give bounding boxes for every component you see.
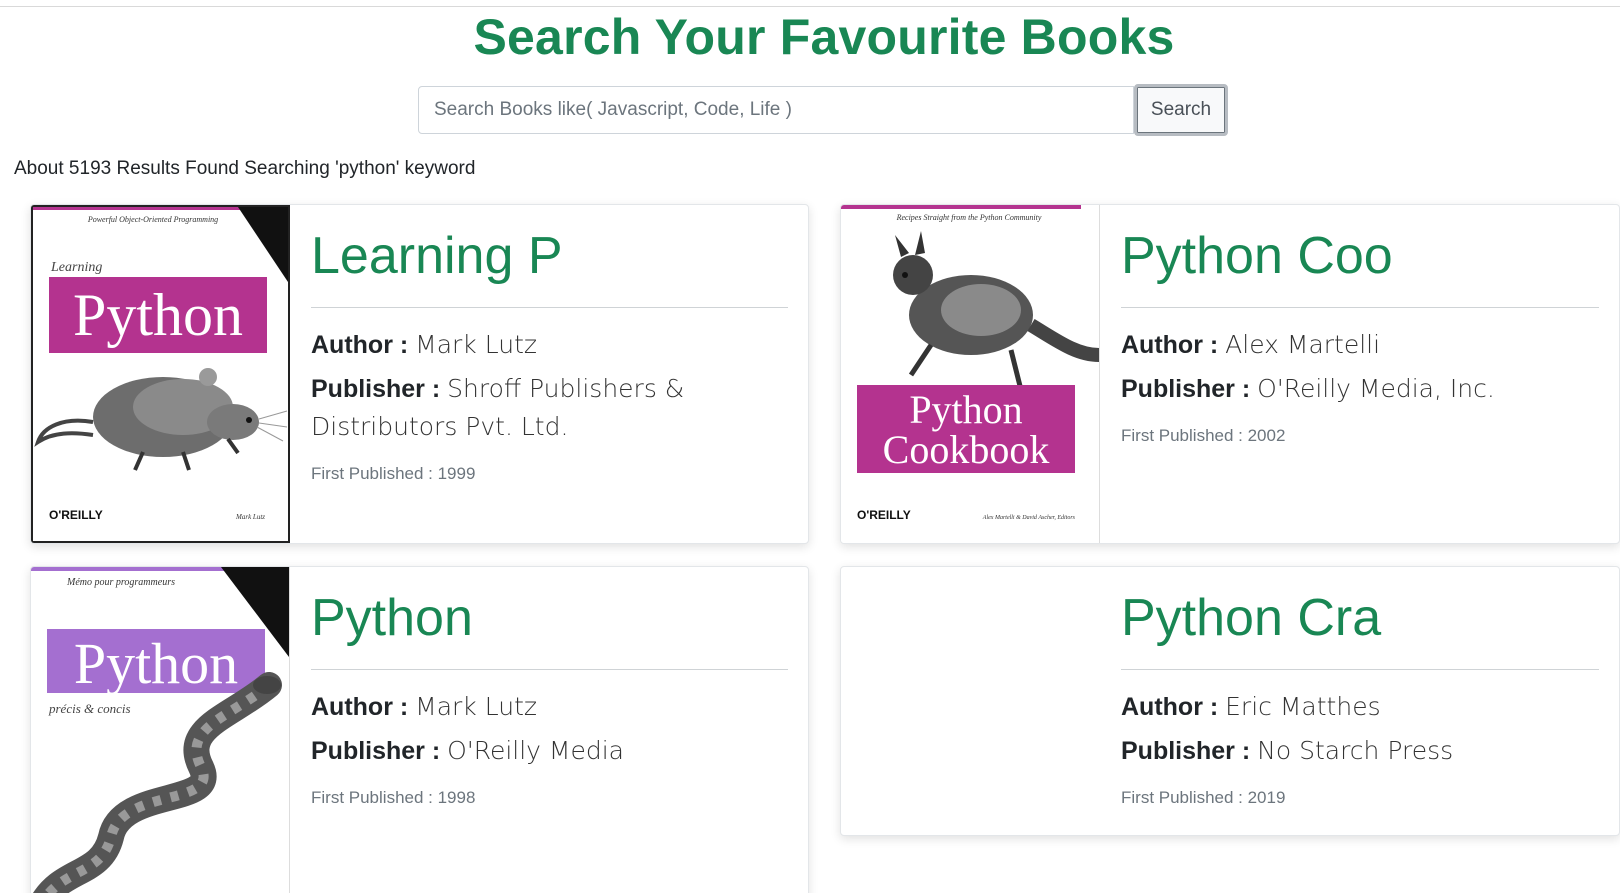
book-author: Author : Mark Lutz: [311, 326, 788, 364]
book-title[interactable]: Python Cra: [1121, 587, 1599, 649]
book-card[interactable]: Powerful Object-Oriented Programming Lea…: [30, 204, 809, 544]
author-label: Author :: [1121, 693, 1226, 721]
book-title[interactable]: Learning P: [311, 225, 788, 287]
svg-text:Mémo pour programmeurs: Mémo pour programmeurs: [66, 577, 175, 588]
book-card[interactable]: Recipes Straight from the Python Communi…: [840, 204, 1620, 544]
publisher-label: Publisher :: [311, 375, 448, 403]
book-cover-image[interactable]: Powerful Object-Oriented Programming Lea…: [31, 205, 290, 543]
publisher-value: O'Reilly Media, Inc.: [1257, 374, 1495, 403]
publisher-label: Publisher :: [311, 737, 448, 765]
book-info: Python Coo Author : Alex Martelli Publis…: [1100, 205, 1619, 543]
book-card[interactable]: Python Cra Author : Eric Matthes Publish…: [840, 566, 1620, 836]
publisher-label: Publisher :: [1121, 375, 1258, 403]
divider: [1121, 669, 1599, 670]
book-title[interactable]: Python: [311, 587, 788, 649]
svg-text:Alex Martelli & David Ascher,: Alex Martelli & David Ascher, Editors: [982, 515, 1076, 521]
book-cover-image[interactable]: Recipes Straight from the Python Communi…: [841, 205, 1100, 543]
book-title[interactable]: Python Coo: [1121, 225, 1599, 287]
book-publisher: Publisher : O'Reilly Media: [311, 732, 788, 770]
publisher-label: Publisher :: [1121, 737, 1258, 765]
first-published: First Published : 1998: [311, 788, 476, 807]
author-value: Eric Matthes: [1225, 692, 1381, 721]
svg-text:Mark Lutz: Mark Lutz: [235, 513, 265, 521]
book-publisher: Publisher : Shroff Publishers & Distribu…: [311, 370, 788, 446]
author-label: Author :: [311, 331, 416, 359]
page-title: Search Your Favourite Books: [473, 9, 1175, 65]
svg-text:Python: Python: [74, 631, 238, 696]
book-info: Python Author : Mark Lutz Publisher : O'…: [290, 567, 808, 893]
cover-python-precis: Mémo pour programmeurs Python précis & c…: [31, 567, 289, 893]
book-publisher: Publisher : No Starch Press: [1121, 732, 1599, 770]
svg-text:précis & concis: précis & concis: [48, 701, 131, 716]
author-label: Author :: [311, 693, 416, 721]
book-info: Learning P Author : Mark Lutz Publisher …: [290, 205, 808, 543]
svg-text:O'REILLY: O'REILLY: [857, 508, 911, 522]
svg-text:Learning: Learning: [50, 260, 102, 275]
first-published: First Published : 2002: [1121, 426, 1286, 445]
svg-text:Python: Python: [909, 387, 1022, 432]
cover-learning-python: Powerful Object-Oriented Programming Lea…: [33, 207, 288, 541]
author-value: Mark Lutz: [415, 692, 537, 721]
first-published: First Published : 2019: [1121, 788, 1286, 807]
search-bar: Search: [418, 84, 1228, 136]
cover-python-cookbook: Recipes Straight from the Python Communi…: [841, 205, 1099, 543]
search-input[interactable]: [418, 86, 1134, 134]
author-value: Mark Lutz: [415, 330, 537, 359]
svg-text:Python: Python: [73, 282, 243, 348]
divider: [311, 307, 788, 308]
divider: [311, 669, 788, 670]
top-divider: [0, 6, 1620, 7]
author-value: Alex Martelli: [1225, 330, 1381, 359]
book-author: Author : Alex Martelli: [1121, 326, 1599, 364]
search-button[interactable]: Search: [1134, 84, 1228, 136]
publisher-value: O'Reilly Media: [447, 736, 624, 765]
svg-text:Recipes Straight from the Pyth: Recipes Straight from the Python Communi…: [896, 213, 1042, 222]
book-author: Author : Eric Matthes: [1121, 688, 1599, 726]
book-publisher: Publisher : O'Reilly Media, Inc.: [1121, 370, 1599, 408]
book-card[interactable]: Mémo pour programmeurs Python précis & c…: [30, 566, 809, 893]
author-label: Author :: [1121, 331, 1226, 359]
divider: [1121, 307, 1599, 308]
book-info: Python Cra Author : Eric Matthes Publish…: [1100, 567, 1619, 835]
svg-text:Cookbook: Cookbook: [883, 427, 1050, 472]
publisher-value: No Starch Press: [1257, 736, 1454, 765]
book-cover-image[interactable]: Mémo pour programmeurs Python précis & c…: [31, 567, 290, 893]
first-published: First Published : 1999: [311, 464, 476, 483]
results-summary: About 5193 Results Found Searching 'pyth…: [14, 158, 476, 179]
book-cover-placeholder[interactable]: [841, 567, 1100, 835]
svg-text:Powerful Object-Oriented Progr: Powerful Object-Oriented Programming: [87, 215, 218, 224]
book-author: Author : Mark Lutz: [311, 688, 788, 726]
svg-text:O'REILLY: O'REILLY: [49, 508, 103, 522]
